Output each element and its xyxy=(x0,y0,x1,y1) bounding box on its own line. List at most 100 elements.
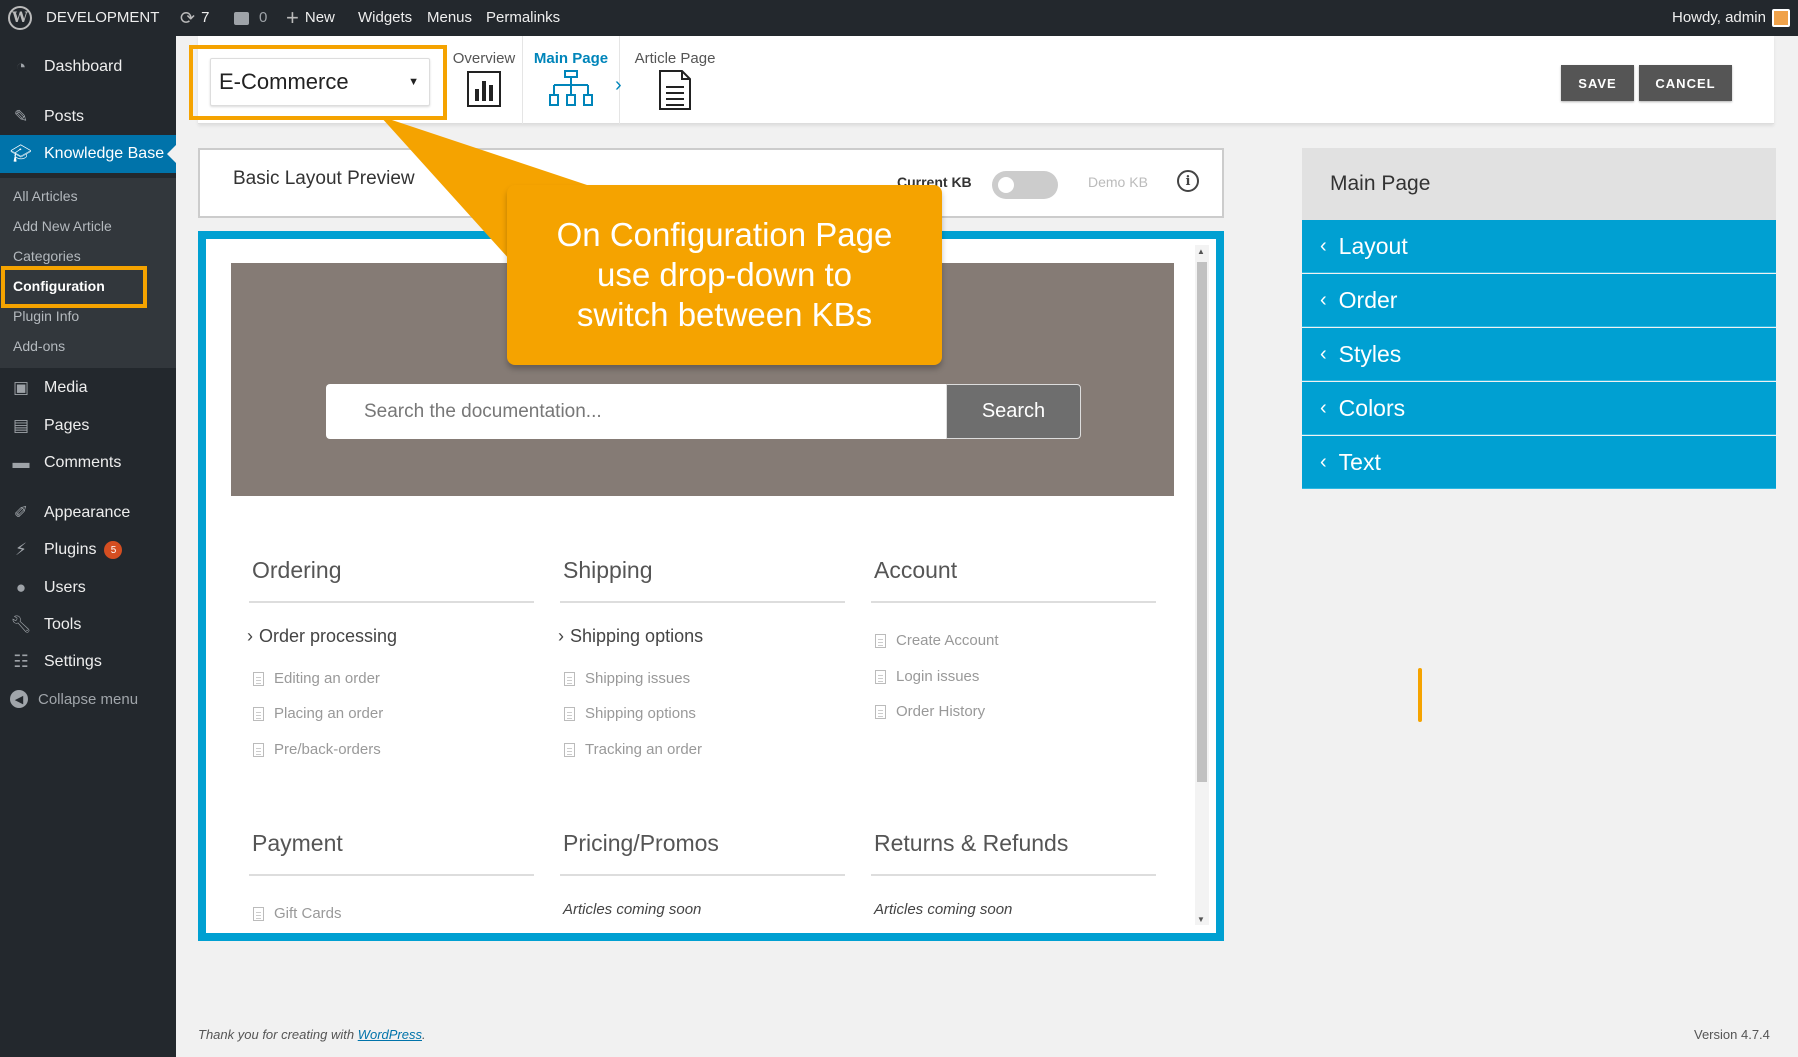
category-title: Payment xyxy=(252,830,343,856)
sidebar-item-media[interactable]: ▣ Media xyxy=(0,369,176,407)
sidebar-item-users[interactable]: ● Users xyxy=(0,569,176,607)
permalinks-link[interactable]: Permalinks xyxy=(486,0,560,36)
sidebar-item-label: Tools xyxy=(44,616,82,633)
scroll-up-icon[interactable]: ▲ xyxy=(1197,247,1205,256)
comment-icon xyxy=(234,11,249,25)
article-label: Shipping options xyxy=(585,705,696,722)
article-label: Shipping issues xyxy=(585,670,691,687)
toggle-knob xyxy=(998,177,1014,193)
document-icon xyxy=(564,706,575,721)
category-divider xyxy=(560,601,845,603)
sidebar-item-label: Settings xyxy=(44,653,102,670)
external-link-icon[interactable] xyxy=(444,168,466,190)
sidebar-item-label: Comments xyxy=(44,454,122,471)
kb-dropdown[interactable]: E-Commerce ▼ xyxy=(210,58,430,106)
submenu-all-articles[interactable]: All Articles xyxy=(13,186,78,206)
sidebar-item-appearance[interactable]: ✐ Appearance xyxy=(0,494,176,532)
scrollbar-thumb[interactable] xyxy=(1197,262,1207,782)
sidebar-item-label: Media xyxy=(44,379,88,396)
sidebar-item-tools[interactable]: 🔧︎ Tools xyxy=(0,606,176,644)
wordpress-icon: W xyxy=(8,6,32,30)
collapse-menu-button[interactable]: ◀ Collapse menu xyxy=(10,690,138,708)
save-button[interactable]: SAVE xyxy=(1561,65,1634,101)
plus-icon: + xyxy=(286,5,299,30)
article-link[interactable]: Create Account xyxy=(875,632,999,649)
submenu-add-new-article[interactable]: Add New Article xyxy=(13,216,112,236)
document-icon xyxy=(564,671,575,686)
demo-kb-label: Demo KB xyxy=(1088,174,1148,190)
panel-item-layout[interactable]: ‹ Layout xyxy=(1302,220,1776,273)
article-link[interactable]: Shipping options xyxy=(564,705,696,722)
panel-item-label: Styles xyxy=(1338,340,1402,367)
panel-item-text[interactable]: ‹ Text xyxy=(1302,436,1776,489)
info-icon[interactable]: i xyxy=(1177,170,1199,192)
sub-category[interactable]: › Order processing xyxy=(247,626,397,647)
wrench-icon: 🔧︎ xyxy=(10,615,32,634)
sidebar-item-label: Users xyxy=(44,579,86,596)
cancel-button[interactable]: CANCEL xyxy=(1639,65,1732,101)
sidebar-item-comments[interactable]: ▬ Comments xyxy=(0,444,176,482)
article-link[interactable]: Login issues xyxy=(875,668,979,685)
account-menu[interactable]: Howdy, admin xyxy=(1672,0,1790,36)
submenu-categories[interactable]: Categories xyxy=(13,246,81,266)
sidebar-item-settings[interactable]: ☷ Settings xyxy=(0,643,176,681)
pin-icon: ✎ xyxy=(13,107,29,126)
admin-bar: W DEVELOPMENT ⟳ 7 0 + New Widgets Menus Pe… xyxy=(0,0,1798,36)
panel-item-colors[interactable]: ‹ Colors xyxy=(1302,382,1776,435)
article-link[interactable]: Pre/back-orders xyxy=(253,741,381,758)
chevron-left-icon: ‹ xyxy=(1320,288,1327,311)
callout-line: use drop-down to xyxy=(597,256,852,293)
sidebar-item-pages[interactable]: ▤ Pages xyxy=(0,407,176,445)
collapse-label: Collapse menu xyxy=(38,690,139,708)
article-link[interactable]: Placing an order xyxy=(253,705,383,722)
sidebar-item-plugins[interactable]: ⚡︎ Plugins 5 xyxy=(0,531,176,569)
bar-chart-icon xyxy=(467,71,501,107)
footer-thanks-suffix: . xyxy=(422,1027,426,1042)
footer-thanks-text: Thank you for creating with xyxy=(198,1027,358,1042)
sub-category[interactable]: › Shipping options xyxy=(558,626,703,647)
wordpress-logo[interactable]: W xyxy=(8,0,32,36)
tab-main-page[interactable]: Main Page xyxy=(523,36,619,124)
document-icon xyxy=(875,633,886,648)
sidebar-item-posts[interactable]: ✎ Posts xyxy=(0,98,176,136)
collapse-icon: ◀ xyxy=(10,690,28,708)
sidebar-item-knowledge-base[interactable]: 🎓︎ Knowledge Base xyxy=(0,135,176,173)
category-title: Ordering xyxy=(252,557,342,583)
document-icon xyxy=(875,669,886,684)
menus-link[interactable]: Menus xyxy=(427,0,472,36)
article-link[interactable]: Order History xyxy=(875,703,985,720)
widgets-link[interactable]: Widgets xyxy=(358,0,412,36)
new-content-link[interactable]: + New xyxy=(286,0,335,36)
submenu-add-ons[interactable]: Add-ons xyxy=(13,336,65,356)
updates-link[interactable]: ⟳ 7 xyxy=(180,0,209,36)
document-icon xyxy=(875,704,886,719)
article-label: Create Account xyxy=(896,632,999,649)
preview-title: Basic Layout Preview xyxy=(233,168,415,189)
tab-article-page[interactable]: Article Page xyxy=(627,36,723,124)
comments-link[interactable]: 0 xyxy=(234,0,267,36)
chevron-left-icon: ‹ xyxy=(1320,450,1327,473)
panel-item-styles[interactable]: ‹ Styles xyxy=(1302,328,1776,381)
submenu-plugin-info[interactable]: Plugin Info xyxy=(13,306,79,326)
comment-icon: ▬ xyxy=(12,453,30,472)
submenu-configuration[interactable]: Configuration xyxy=(13,276,105,296)
scroll-down-icon[interactable]: ▼ xyxy=(1197,915,1205,924)
kb-toggle[interactable] xyxy=(992,171,1058,199)
article-link[interactable]: Editing an order xyxy=(253,670,380,687)
sidebar-item-dashboard[interactable]: ◔ Dashboard xyxy=(0,48,176,86)
sub-category-label: Order processing xyxy=(259,626,398,646)
article-link[interactable]: Shipping issues xyxy=(564,670,690,687)
comments-count: 0 xyxy=(259,9,268,26)
tab-overview[interactable]: Overview xyxy=(446,36,522,124)
article-link[interactable]: Tracking an order xyxy=(564,741,702,758)
site-name-link[interactable]: DEVELOPMENT xyxy=(46,0,159,36)
panel-item-order[interactable]: ‹ Order xyxy=(1302,274,1776,327)
search-input[interactable]: Search the documentation... xyxy=(326,384,946,439)
search-button[interactable]: Search xyxy=(946,384,1081,439)
tab-label: Main Page xyxy=(533,50,609,67)
article-link[interactable]: Gift Cards xyxy=(253,905,342,922)
new-label: New xyxy=(304,9,335,26)
howdy-text: Howdy, admin xyxy=(1672,9,1766,26)
chevron-left-icon: ‹ xyxy=(1320,396,1327,419)
wordpress-link[interactable]: WordPress xyxy=(358,1027,422,1042)
